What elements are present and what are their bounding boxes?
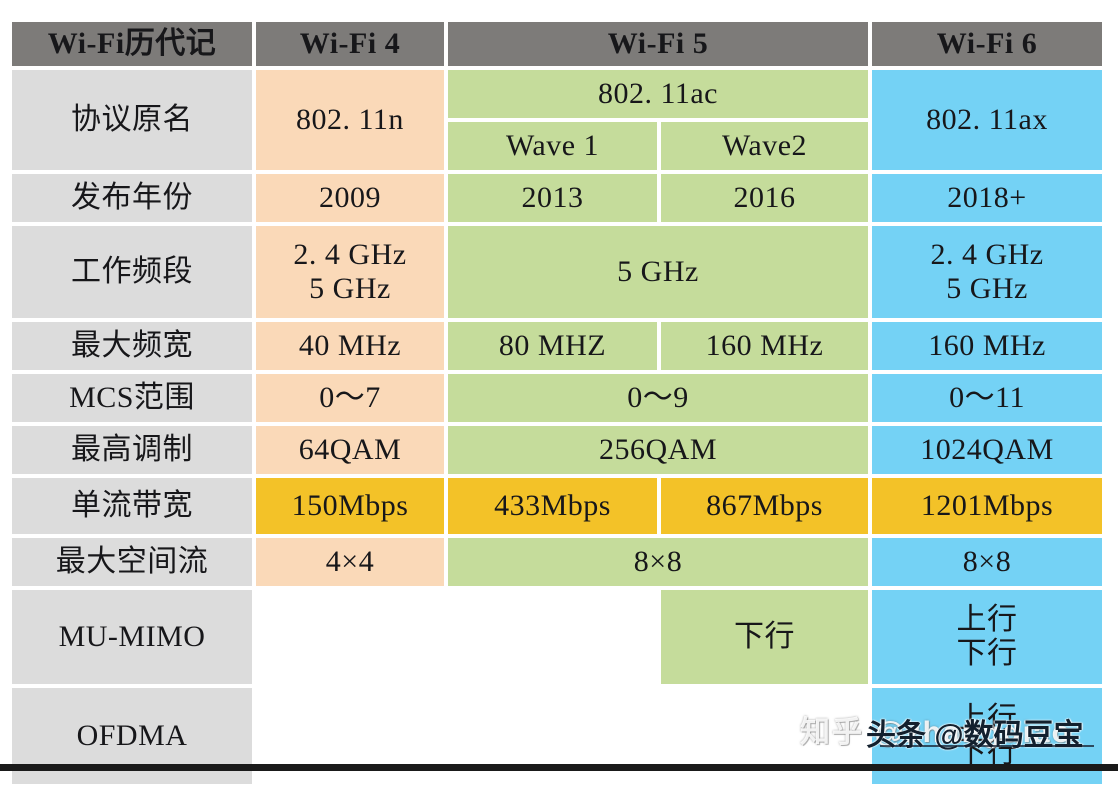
cell-mu-mimo-wave2: 下行 [661, 590, 869, 684]
cell-mcs-wifi6: 0～11 [872, 374, 1103, 422]
row-label-modulation: 最高调制 [12, 426, 252, 474]
table-row-stream-rate: 单流带宽 150Mbps 433Mbps 867Mbps 1201Mbps [12, 478, 1103, 534]
cell-band-wifi4: 2. 4 GHz 5 GHz [256, 226, 444, 318]
cell-bandwidth-wave1: 80 MHZ [448, 322, 657, 370]
cell-protocol-wifi6: 802. 11ax [872, 70, 1103, 170]
table-row-modulation: 最高调制 64QAM 256QAM 1024QAM [12, 426, 1103, 474]
cell-protocol-wave1: Wave 1 [448, 122, 657, 170]
table-row-year: 发布年份 2009 2013 2016 2018+ [12, 174, 1103, 222]
cell-stream-rate-wave2: 867Mbps [661, 478, 869, 534]
cell-stream-rate-wave1: 433Mbps [448, 478, 657, 534]
cell-mcs-wifi4: 0～7 [256, 374, 444, 422]
table-row-mu-mimo: MU-MIMO 下行 上行 下行 [12, 590, 1103, 684]
cell-spatial-wifi6: 8×8 [872, 538, 1103, 586]
row-label-year: 发布年份 [12, 174, 252, 222]
header-cell-label: Wi-Fi历代记 [12, 22, 252, 66]
table-header-row: Wi-Fi历代记 Wi-Fi 4 Wi-Fi 5 Wi-Fi 6 [12, 22, 1103, 66]
cell-mu-mimo-wifi4 [256, 590, 444, 684]
cell-mcs-wifi5: 0～9 [448, 374, 869, 422]
cell-stream-rate-wifi6: 1201Mbps [872, 478, 1103, 534]
row-label-mcs: MCS范围 [12, 374, 252, 422]
cell-protocol-wave2: Wave2 [661, 122, 869, 170]
header-cell-wifi6: Wi-Fi 6 [872, 22, 1103, 66]
cell-bandwidth-wifi6: 160 MHz [872, 322, 1103, 370]
row-label-bandwidth: 最大频宽 [12, 322, 252, 370]
table-row-mcs: MCS范围 0～7 0～9 0～11 [12, 374, 1103, 422]
cell-modulation-wifi5: 256QAM [448, 426, 869, 474]
table-row-band: 工作频段 2. 4 GHz 5 GHz 5 GHz 2. 4 GHz 5 GHz [12, 226, 1103, 318]
cell-year-wifi6: 2018+ [872, 174, 1103, 222]
table-row-protocol: 协议原名 802. 11n 802. 11ac 802. 11ax [12, 70, 1103, 170]
wifi-generations-table: Wi-Fi历代记 Wi-Fi 4 Wi-Fi 5 Wi-Fi 6 协议原名 80… [8, 18, 1106, 788]
cell-modulation-wifi4: 64QAM [256, 426, 444, 474]
bottom-rule [0, 764, 1118, 771]
row-label-spatial-streams: 最大空间流 [12, 538, 252, 586]
cell-stream-rate-wifi4: 150Mbps [256, 478, 444, 534]
row-label-mu-mimo: MU-MIMO [12, 590, 252, 684]
row-label-protocol: 协议原名 [12, 70, 252, 170]
wifi-comparison-sheet: Wi-Fi历代记 Wi-Fi 4 Wi-Fi 5 Wi-Fi 6 协议原名 80… [0, 0, 1118, 784]
table-row-bandwidth: 最大频宽 40 MHz 80 MHZ 160 MHz 160 MHz [12, 322, 1103, 370]
cell-bandwidth-wave2: 160 MHz [661, 322, 869, 370]
cell-protocol-wifi5: 802. 11ac [448, 70, 869, 118]
table-row-spatial-streams: 最大空间流 4×4 8×8 8×8 [12, 538, 1103, 586]
cell-mu-mimo-wifi6: 上行 下行 [872, 590, 1103, 684]
cell-protocol-wifi4: 802. 11n [256, 70, 444, 170]
cell-year-wifi4: 2009 [256, 174, 444, 222]
cell-spatial-wifi5: 8×8 [448, 538, 869, 586]
row-label-stream-rate: 单流带宽 [12, 478, 252, 534]
cell-spatial-wifi4: 4×4 [256, 538, 444, 586]
header-cell-wifi5: Wi-Fi 5 [448, 22, 869, 66]
cell-band-wifi5: 5 GHz [448, 226, 869, 318]
cell-year-wave2: 2016 [661, 174, 869, 222]
cell-modulation-wifi6: 1024QAM [872, 426, 1103, 474]
header-cell-wifi4: Wi-Fi 4 [256, 22, 444, 66]
cell-bandwidth-wifi4: 40 MHz [256, 322, 444, 370]
cell-year-wave1: 2013 [448, 174, 657, 222]
cell-mu-mimo-wave1 [448, 590, 657, 684]
cell-band-wifi6: 2. 4 GHz 5 GHz [872, 226, 1103, 318]
row-label-band: 工作频段 [12, 226, 252, 318]
